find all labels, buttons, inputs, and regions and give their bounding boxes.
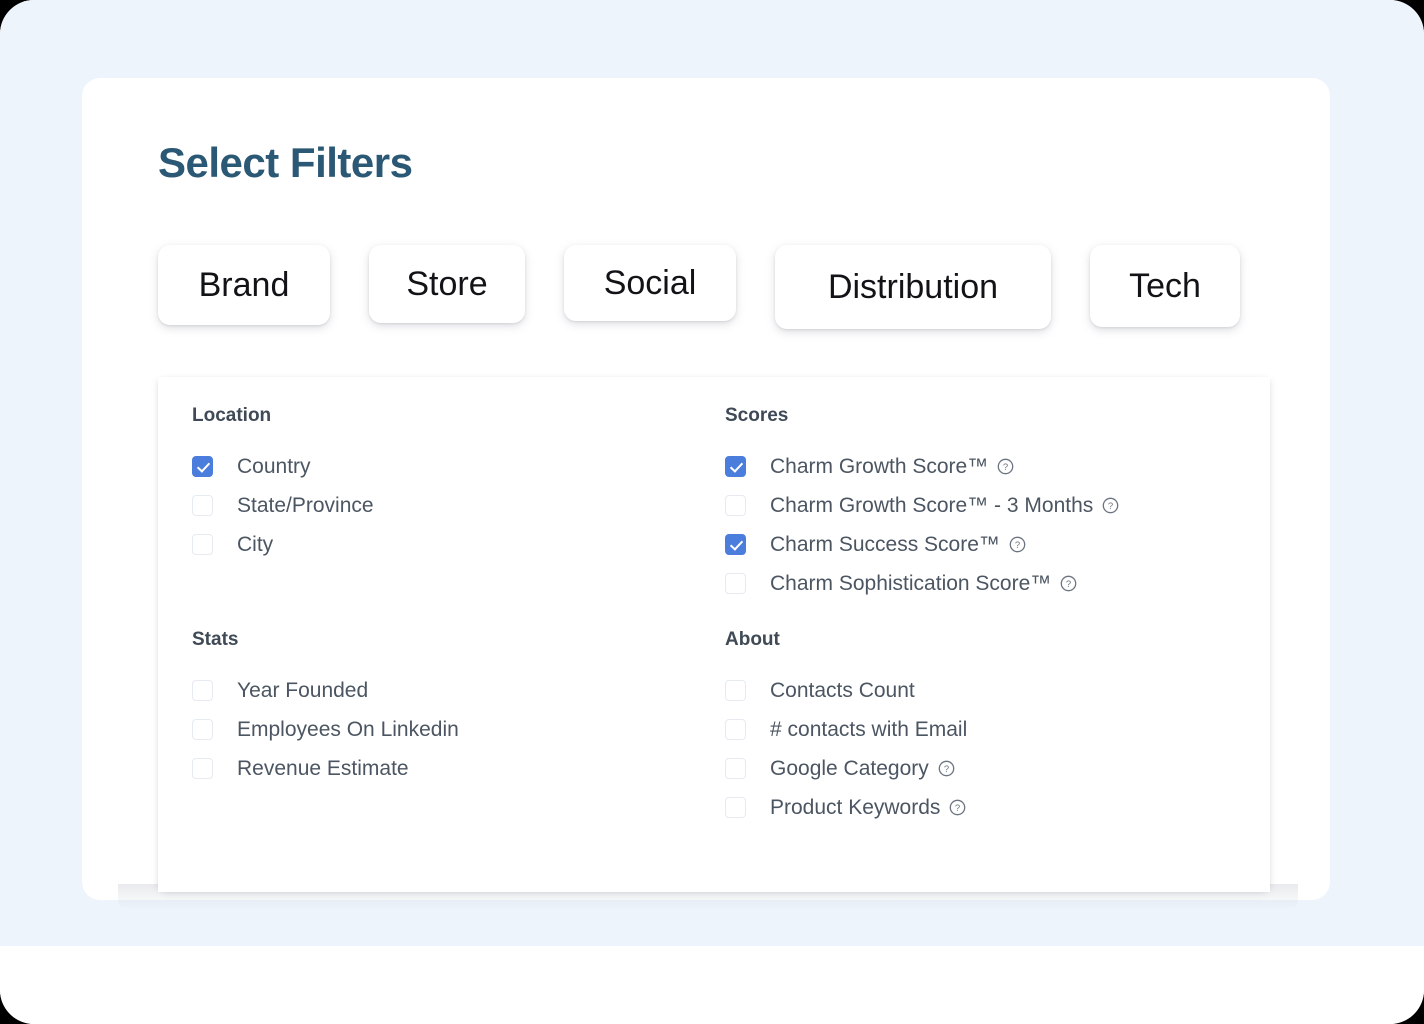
tab-store[interactable]: Store <box>369 245 525 323</box>
svg-text:?: ? <box>1015 540 1020 551</box>
filter-group-scores: Scores Charm Growth Score™? Charm Growth … <box>725 405 1245 603</box>
help-circle-icon[interactable]: ? <box>949 799 966 816</box>
filter-option-stats-2[interactable]: Revenue Estimate <box>192 749 692 788</box>
help-circle-icon[interactable]: ? <box>1009 536 1026 553</box>
filter-group-stats: Stats Year Founded Employees On Linkedin R… <box>192 629 692 788</box>
filter-option-label: Product Keywords <box>770 796 941 819</box>
checkbox-unchecked[interactable] <box>725 495 746 516</box>
filter-option-about-3[interactable]: Product Keywords? <box>725 788 1245 827</box>
filter-option-scores-0[interactable]: Charm Growth Score™? <box>725 447 1245 486</box>
filter-option-scores-1[interactable]: Charm Growth Score™ - 3 Months? <box>725 486 1245 525</box>
checkbox-unchecked[interactable] <box>192 534 213 555</box>
filter-option-location-2[interactable]: City <box>192 525 692 564</box>
group-title-about: About <box>725 629 780 650</box>
filter-option-label: Country <box>237 455 311 478</box>
checkbox-unchecked[interactable] <box>192 495 213 516</box>
help-circle-icon[interactable]: ? <box>1060 575 1077 592</box>
filter-option-label: Charm Growth Score™ <box>770 455 989 478</box>
filter-option-label: State/Province <box>237 494 374 517</box>
background-ghost-row <box>70 928 1360 946</box>
svg-text:?: ? <box>1108 501 1113 512</box>
checkbox-unchecked[interactable] <box>192 758 213 779</box>
svg-text:?: ? <box>1066 579 1071 590</box>
app-frame: Select Filters Brand Store Social Distri… <box>0 0 1424 1024</box>
group-title-scores: Scores <box>725 405 789 426</box>
checkbox-checked[interactable] <box>725 456 746 477</box>
filter-category-tabs: Brand Store Social Distribution Tech <box>158 245 1240 329</box>
tab-distribution[interactable]: Distribution <box>775 245 1051 329</box>
filter-option-label: City <box>237 533 274 556</box>
filter-option-scores-2[interactable]: Charm Success Score™? <box>725 525 1245 564</box>
checkbox-unchecked[interactable] <box>725 758 746 779</box>
filter-option-about-0[interactable]: Contacts Count <box>725 671 1245 710</box>
tab-social[interactable]: Social <box>564 245 736 321</box>
help-circle-icon[interactable]: ? <box>938 760 955 777</box>
filter-group-location: Location Country State/Province City <box>192 405 692 564</box>
filter-option-label: # contacts with Email <box>770 718 968 741</box>
help-circle-icon[interactable]: ? <box>997 458 1014 475</box>
checkbox-checked[interactable] <box>725 534 746 555</box>
tab-tech-label: Tech <box>1129 266 1201 305</box>
filter-option-label: Year Founded <box>237 679 369 702</box>
checkbox-unchecked[interactable] <box>725 573 746 594</box>
tab-brand[interactable]: Brand <box>158 245 330 325</box>
help-circle-icon[interactable]: ? <box>1102 497 1119 514</box>
checkbox-checked[interactable] <box>192 456 213 477</box>
filter-option-label: Contacts Count <box>770 679 915 702</box>
group-title-location: Location <box>192 405 272 426</box>
svg-text:?: ? <box>955 803 960 814</box>
option-list-location: Country State/Province City <box>192 447 692 564</box>
filter-option-label: Charm Success Score™ <box>770 533 1000 556</box>
checkbox-unchecked[interactable] <box>725 797 746 818</box>
filter-option-label: Charm Growth Score™ - 3 Months <box>770 494 1094 517</box>
checkbox-unchecked[interactable] <box>725 680 746 701</box>
filter-group-about: About Contacts Count # contacts with Emai… <box>725 629 1245 827</box>
group-title-stats: Stats <box>192 629 239 650</box>
tab-tech[interactable]: Tech <box>1090 245 1240 327</box>
filter-option-label: Google Category <box>770 757 929 780</box>
filter-option-label: Employees On Linkedin <box>237 718 459 741</box>
svg-text:?: ? <box>1003 462 1008 473</box>
tab-distribution-label: Distribution <box>827 267 999 306</box>
filter-option-label: Revenue Estimate <box>237 757 409 780</box>
option-list-stats: Year Founded Employees On Linkedin Revenue… <box>192 671 692 788</box>
filter-option-location-1[interactable]: State/Province <box>192 486 692 525</box>
filter-options-panel: Location Country State/Province City Stats… <box>158 377 1270 892</box>
checkbox-unchecked[interactable] <box>192 719 213 740</box>
tab-social-label: Social <box>603 263 697 302</box>
checkbox-unchecked[interactable] <box>725 719 746 740</box>
option-list-scores: Charm Growth Score™? Charm Growth Score™ … <box>725 447 1245 603</box>
filter-option-about-2[interactable]: Google Category? <box>725 749 1245 788</box>
tab-store-label: Store <box>406 264 488 303</box>
tab-brand-label: Brand <box>198 265 290 304</box>
filter-option-stats-1[interactable]: Employees On Linkedin <box>192 710 692 749</box>
page-lower-background <box>0 946 1424 1024</box>
page-title: Select Filters <box>158 139 413 186</box>
checkbox-unchecked[interactable] <box>192 680 213 701</box>
filter-option-about-1[interactable]: # contacts with Email <box>725 710 1245 749</box>
svg-text:?: ? <box>944 764 949 775</box>
filter-option-label: Charm Sophistication Score™ <box>770 572 1052 595</box>
filter-option-stats-0[interactable]: Year Founded <box>192 671 692 710</box>
option-list-about: Contacts Count # contacts with Email Googl… <box>725 671 1245 827</box>
filter-option-location-0[interactable]: Country <box>192 447 692 486</box>
filter-option-scores-3[interactable]: Charm Sophistication Score™? <box>725 564 1245 603</box>
